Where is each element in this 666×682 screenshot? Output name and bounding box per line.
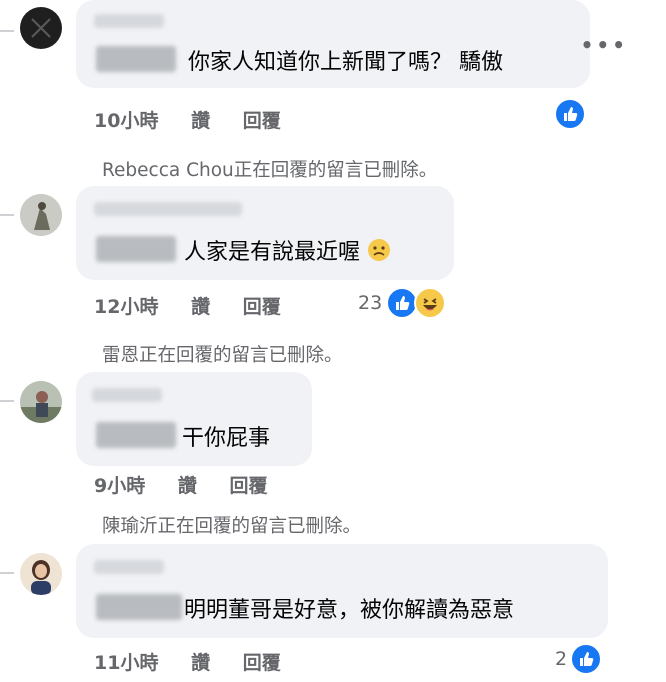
avatar[interactable] [20, 553, 62, 595]
thread-connector [0, 30, 14, 32]
comment-bubble: 明明董哥是好意，被你解讀為惡意 [76, 544, 608, 638]
like-button[interactable]: 讚 [191, 652, 210, 674]
deleted-comment-notice: 雷恩正在回覆的留言已刪除。 [102, 345, 343, 366]
avatar-image [31, 18, 51, 38]
comment-time[interactable]: 11小時 [94, 652, 158, 674]
comment-actions: 9小時 讚 回覆 [94, 471, 294, 498]
avatar-image [20, 194, 62, 236]
reply-button[interactable]: 回覆 [230, 475, 268, 497]
blurred-mention[interactable] [96, 594, 182, 620]
avatar[interactable] [20, 381, 62, 423]
comment-text-content: 人家是有說最近喔 [184, 240, 361, 265]
haha-reaction-icon[interactable] [414, 287, 446, 319]
comment-bubble: 人家是有說最近喔 [76, 186, 454, 280]
comment-text: 人家是有說最近喔 [184, 234, 391, 266]
blurred-mention[interactable] [96, 236, 176, 262]
comment-bubble: 你家人知道你上新聞了嗎？ 驕傲 [76, 0, 590, 88]
avatar[interactable] [20, 194, 62, 236]
comment-text: 明明董哥是好意，被你解讀為惡意 [184, 598, 515, 623]
comment-actions: 12小時 讚 回覆 [94, 292, 307, 319]
comment-time[interactable]: 12小時 [94, 296, 158, 318]
worried-face-emoji [368, 239, 391, 261]
comment-text: 你家人知道你上新聞了嗎？ 驕傲 [188, 50, 503, 75]
blurred-author-name[interactable] [92, 388, 162, 402]
blurred-author-name[interactable] [94, 202, 242, 216]
like-reaction-icon[interactable] [554, 98, 586, 130]
like-button[interactable]: 讚 [178, 475, 197, 497]
like-button[interactable]: 讚 [191, 110, 210, 132]
reaction-count[interactable]: 2 [555, 648, 567, 670]
reply-button[interactable]: 回覆 [243, 110, 281, 132]
blurred-mention[interactable] [96, 46, 176, 72]
like-reaction-icon[interactable] [570, 643, 602, 675]
deleted-comment-notice: Rebecca Chou正在回覆的留言已刪除。 [102, 160, 438, 181]
comment-actions: 11小時 讚 回覆 [94, 648, 307, 675]
avatar-image [20, 553, 62, 595]
more-options-icon[interactable]: ••• [581, 33, 628, 57]
comment-time[interactable]: 10小時 [94, 110, 158, 132]
deleted-comment-notice: 陳瑜沂正在回覆的留言已刪除。 [102, 516, 362, 537]
comment-time[interactable]: 9小時 [94, 475, 145, 497]
thread-connector [0, 572, 14, 574]
reaction-count[interactable]: 23 [358, 292, 382, 314]
avatar-image [20, 381, 62, 423]
like-button[interactable]: 讚 [191, 296, 210, 318]
reply-button[interactable]: 回覆 [243, 652, 281, 674]
comment-text: 干你屁事 [182, 426, 271, 451]
comment-bubble: 干你屁事 [76, 372, 312, 466]
blurred-author-name[interactable] [94, 560, 164, 574]
avatar[interactable] [20, 7, 62, 49]
reply-button[interactable]: 回覆 [243, 296, 281, 318]
blurred-mention[interactable] [96, 422, 176, 448]
comment-actions: 10小時 讚 回覆 [94, 106, 307, 133]
blurred-author-name[interactable] [94, 14, 164, 28]
thread-connector [0, 400, 14, 402]
thread-connector [0, 214, 14, 216]
